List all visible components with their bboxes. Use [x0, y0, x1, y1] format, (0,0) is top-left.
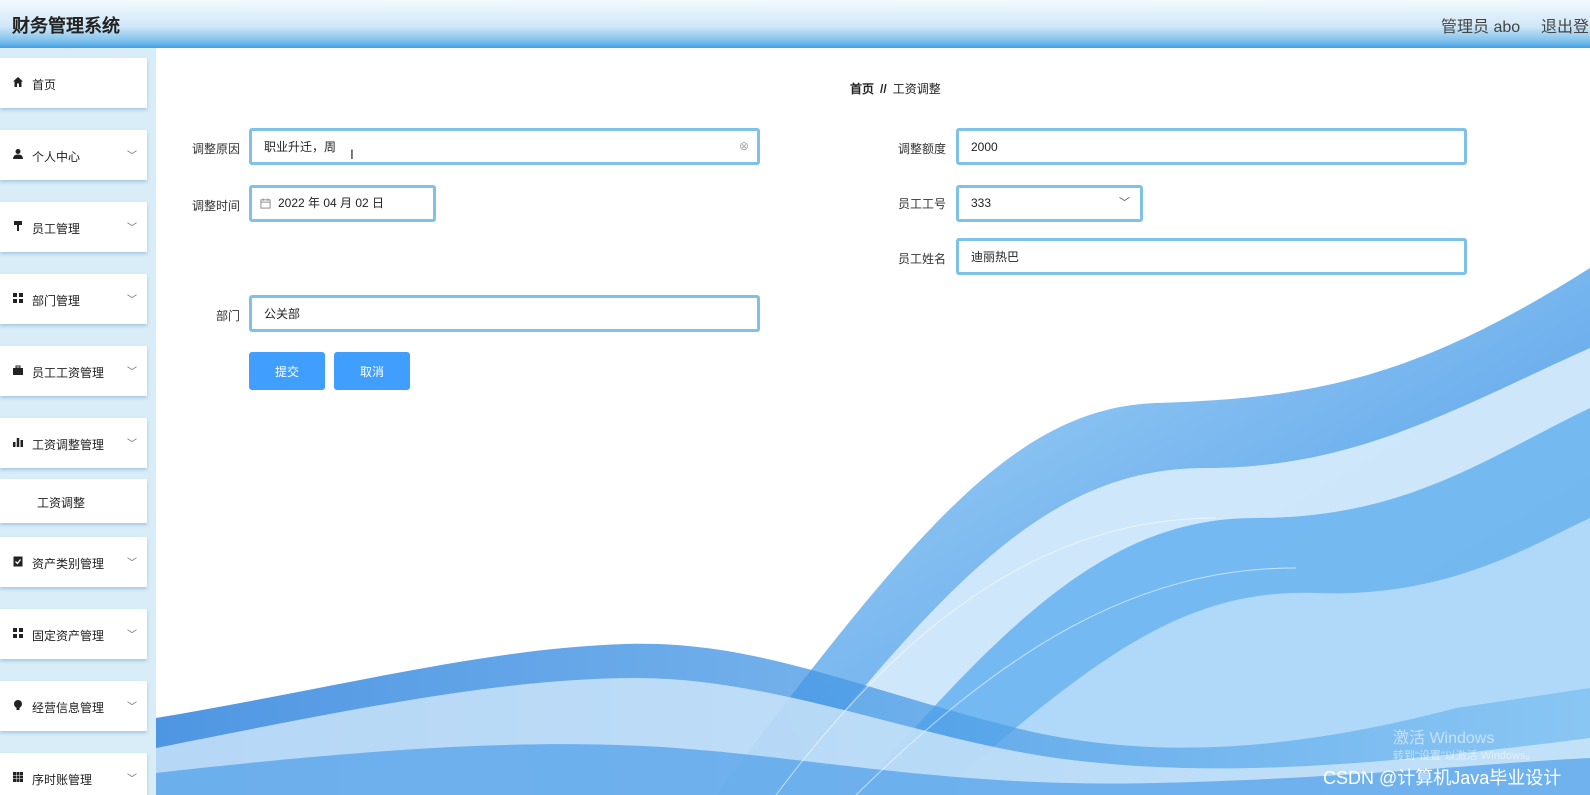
- breadcrumb-separator: //: [880, 82, 887, 96]
- clipboard-check-icon: [12, 555, 24, 567]
- breadcrumb-home[interactable]: 首页: [850, 82, 874, 96]
- reason-input[interactable]: [264, 131, 708, 162]
- sidebar-item-label: 固定资产管理: [32, 629, 105, 643]
- chevron-down-icon: ﹀: [127, 774, 137, 785]
- reason-label: 调整原因: [191, 142, 240, 156]
- windows-activation-title: 激活 Windows: [1393, 730, 1495, 747]
- chevron-down-icon: ﹀: [127, 558, 137, 569]
- calendar-icon: [260, 188, 271, 219]
- reason-field[interactable]: ⊗: [249, 128, 760, 165]
- home-icon: [12, 76, 24, 88]
- sidebar-item-journal-management[interactable]: 序时账管理 ﹀: [0, 753, 147, 795]
- app-title: 财务管理系统: [12, 16, 120, 36]
- department-label: 部门: [215, 309, 240, 323]
- employee-name-label: 员工姓名: [897, 252, 946, 266]
- submit-button[interactable]: 提交: [249, 352, 325, 390]
- lightbulb-icon: [12, 699, 24, 711]
- sidebar-item-label: 个人中心: [32, 150, 81, 164]
- employee-no-select[interactable]: 333 ﹀: [956, 185, 1143, 222]
- breadcrumb-current: 工资调整: [892, 82, 941, 96]
- chevron-down-icon: ﹀: [127, 702, 137, 713]
- date-picker[interactable]: 2022 年 04 月 02 日: [249, 185, 436, 222]
- paint-roller-icon: [12, 220, 24, 232]
- top-bar: 财务管理系统 管理员 abo 退出登录: [0, 0, 1590, 48]
- employee-no-label: 员工工号: [897, 197, 946, 211]
- time-label: 调整时间: [191, 199, 240, 213]
- submenu-item-salary-adjust[interactable]: 工资调整: [0, 479, 147, 523]
- sidebar-item-label: 部门管理: [32, 294, 81, 308]
- sidebar-item-salary-adjust-management[interactable]: 工资调整管理 ﹀: [0, 418, 147, 468]
- chevron-down-icon: ﹀: [127, 295, 137, 306]
- chevron-down-icon: ﹀: [1119, 197, 1130, 209]
- sidebar-item-employee-management[interactable]: 员工管理 ﹀: [0, 202, 147, 252]
- sidebar-item-label: 工资调整管理: [32, 438, 105, 452]
- sidebar-item-label: 员工管理: [32, 222, 81, 236]
- sidebar-item-label: 经营信息管理: [32, 701, 105, 715]
- sidebar-item-home[interactable]: 首页: [0, 58, 147, 108]
- sidebar-item-business-info-management[interactable]: 经营信息管理 ﹀: [0, 681, 147, 731]
- grid-icon: [12, 627, 24, 639]
- amount-field[interactable]: [956, 128, 1467, 165]
- sidebar: 首页 个人中心 ﹀ 员工管理 ﹀ 部门管理 ﹀ 员工工资管理 ﹀ 工资调整管理: [0, 48, 156, 795]
- grid-icon: [12, 292, 24, 304]
- submenu-item-label: 工资调整: [37, 496, 86, 510]
- sidebar-item-label: 首页: [32, 78, 57, 92]
- department-field[interactable]: [249, 295, 760, 332]
- amount-input[interactable]: [971, 131, 1415, 162]
- sidebar-item-personal-center[interactable]: 个人中心 ﹀: [0, 130, 147, 180]
- sidebar-item-label: 序时账管理: [32, 773, 93, 787]
- windows-activation-hint: 转到"设置"以激活 Windows。: [1393, 750, 1537, 762]
- department-input[interactable]: [264, 298, 708, 329]
- amount-label: 调整额度: [897, 142, 946, 156]
- logout-button[interactable]: 退出登录: [1541, 13, 1590, 37]
- sidebar-item-salary-management[interactable]: 员工工资管理 ﹀: [0, 346, 147, 396]
- clear-icon[interactable]: ⊗: [739, 131, 749, 162]
- employee-name-field[interactable]: [956, 238, 1467, 275]
- chevron-down-icon: ﹀: [127, 439, 137, 450]
- admin-username: 管理员 abo: [1441, 19, 1521, 36]
- breadcrumb: 首页 // 工资调整: [850, 80, 941, 97]
- bar-chart-icon: [12, 436, 24, 448]
- sidebar-item-asset-category-management[interactable]: 资产类别管理 ﹀: [0, 537, 147, 587]
- main-content: 首页//工资调整 调整原因 ⊗ I 调整时间 2022 年 04 月 02 日 …: [156, 48, 1590, 795]
- sidebar-item-label: 资产类别管理: [32, 557, 105, 571]
- chevron-down-icon: ﹀: [127, 151, 137, 162]
- text-cursor-icon: I: [350, 146, 354, 162]
- calendar-grid-icon: [12, 771, 24, 783]
- sidebar-item-department-management[interactable]: 部门管理 ﹀: [0, 274, 147, 324]
- sidebar-item-fixed-asset-management[interactable]: 固定资产管理 ﹀: [0, 609, 147, 659]
- employee-name-input[interactable]: [971, 241, 1415, 272]
- chevron-down-icon: ﹀: [127, 630, 137, 641]
- chevron-down-icon: ﹀: [127, 223, 137, 234]
- cancel-button[interactable]: 取消: [334, 352, 410, 390]
- sidebar-item-label: 员工工资管理: [32, 366, 105, 380]
- employee-no-value: 333: [971, 196, 992, 210]
- chevron-down-icon: ﹀: [127, 367, 137, 378]
- date-value: 2022 年 04 月 02 日: [278, 196, 385, 210]
- csdn-watermark: CSDN @计算机Java毕业设计: [1323, 768, 1562, 788]
- person-icon: [12, 148, 24, 160]
- briefcase-icon: [12, 364, 24, 376]
